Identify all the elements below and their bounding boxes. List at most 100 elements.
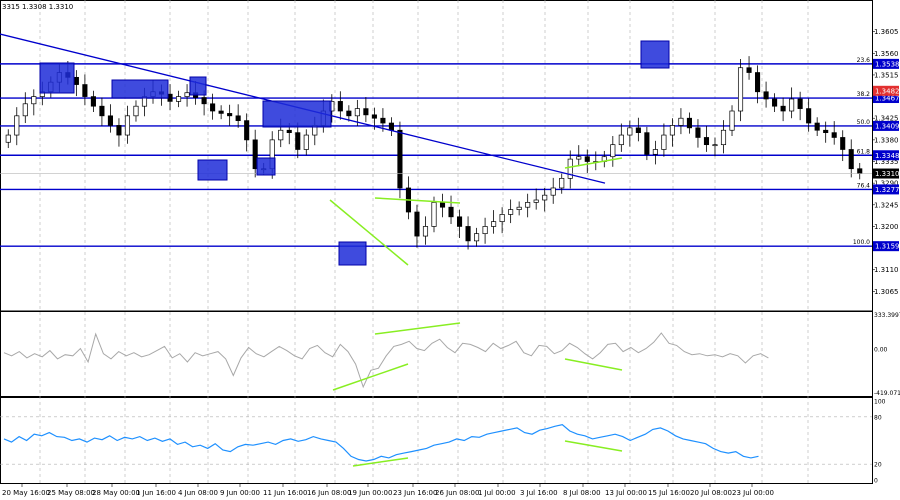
candle-body xyxy=(789,98,795,112)
candle-body xyxy=(533,199,539,203)
candle-body xyxy=(295,132,301,150)
candle-body xyxy=(482,226,488,235)
candle-body xyxy=(763,91,769,100)
candle-body xyxy=(116,125,122,136)
candle-body xyxy=(133,105,139,117)
candle-body xyxy=(669,125,675,136)
highlight-box xyxy=(256,157,276,176)
price-tick-label: 1.3380 xyxy=(874,136,899,144)
ohlc-readout: 3315 1.3308 1.3310 xyxy=(2,3,73,11)
cci-max-label: 333.3997 xyxy=(874,312,900,319)
candle-body xyxy=(227,113,233,117)
time-axis-label: 25 May 08:00 xyxy=(47,489,95,497)
fibonacci-level-label: 76.4 xyxy=(857,182,871,189)
candle-body xyxy=(610,144,616,158)
price-tick-label: 1.3110 xyxy=(874,266,899,274)
time-axis-label: 13 Jul 00:00 xyxy=(605,489,647,497)
chart-svg: 1.36051.35601.35151.34701.34251.33801.33… xyxy=(0,0,900,497)
candle-body xyxy=(363,108,369,116)
candle-body xyxy=(550,187,556,196)
fibonacci-price-tag-label: 1.3277 xyxy=(875,186,900,194)
time-axis-label: 19 Jun 00:00 xyxy=(348,489,392,497)
cci-min-label: -419.071 xyxy=(874,390,900,397)
candle-body xyxy=(797,98,803,109)
divergence-line-cci xyxy=(564,358,623,371)
candle-body xyxy=(516,206,522,210)
cci-zero-label: 0.00 xyxy=(874,347,888,354)
price-tick-label: 1.3515 xyxy=(874,71,899,79)
candle-body xyxy=(218,110,224,114)
time-axis-label: 1 Jul 00:00 xyxy=(478,489,516,497)
candle-body xyxy=(431,202,437,227)
candle-body xyxy=(627,127,633,136)
time-axis-label: 20 May 16:00 xyxy=(2,489,50,497)
candle-body xyxy=(618,134,624,146)
fibonacci-level-label: 38.2 xyxy=(857,91,871,98)
time-axis-label: 15 Jul 16:00 xyxy=(648,489,690,497)
price-tick-label: 1.3605 xyxy=(874,28,899,36)
candle-body xyxy=(737,67,744,112)
candle-body xyxy=(772,98,778,107)
divergence-line-price xyxy=(564,157,623,169)
candle-body xyxy=(303,134,309,150)
time-axis-label: 23 Jul 00:00 xyxy=(732,489,774,497)
candle-body xyxy=(244,120,250,141)
candle-body xyxy=(848,149,854,170)
candle-body xyxy=(235,115,241,121)
candle-body xyxy=(22,103,28,117)
candle-body xyxy=(542,194,548,201)
candle-body xyxy=(857,168,863,174)
candle-body xyxy=(729,110,735,131)
candle-body xyxy=(491,221,497,227)
candle-body xyxy=(474,233,480,242)
candle-body xyxy=(703,137,710,146)
candle-body xyxy=(5,134,11,143)
rsi-tick-label: 100 xyxy=(874,399,886,406)
candle-body xyxy=(346,110,352,117)
candle-body xyxy=(422,226,429,237)
price-marker-label: 1.3482 xyxy=(875,87,900,95)
time-axis-label: 1 Jun 16:00 xyxy=(136,489,176,497)
divergence-line-rsi xyxy=(352,457,409,467)
time-axis-label: 8 Jul 08:00 xyxy=(563,489,601,497)
candle-body xyxy=(107,115,113,126)
price-tick-label: 1.3200 xyxy=(874,223,899,231)
candle-body xyxy=(371,114,377,119)
fibonacci-price-tag-label: 1.3159 xyxy=(875,243,900,251)
candle-body xyxy=(755,72,761,93)
candle-body xyxy=(90,96,96,107)
time-axis-label: 3 Jul 16:00 xyxy=(520,489,558,497)
candle-body xyxy=(397,129,403,189)
highlight-box xyxy=(640,40,670,69)
divergence-line-cci xyxy=(332,363,409,391)
candle-body xyxy=(448,206,454,218)
rsi-tick-label: 20 xyxy=(874,462,882,469)
highlight-box xyxy=(111,79,169,99)
time-axis-label: 4 Jun 08:00 xyxy=(178,489,218,497)
time-axis-label: 11 Jun 16:00 xyxy=(263,489,307,497)
candle-body xyxy=(720,129,727,146)
candle-body xyxy=(652,149,658,155)
candle-body xyxy=(712,144,718,147)
candle-body xyxy=(576,156,582,160)
candle-body xyxy=(584,156,590,162)
candle-body xyxy=(678,117,684,126)
price-tick-label: 1.3245 xyxy=(874,201,899,209)
fibonacci-level-label: 61.8 xyxy=(857,148,871,155)
candle-body xyxy=(354,108,360,117)
candle-body xyxy=(814,122,820,131)
price-tick-label: 1.3065 xyxy=(874,288,899,296)
fibonacci-level-label: 100.0 xyxy=(853,239,870,246)
candle-body xyxy=(278,129,284,141)
candle-body xyxy=(184,92,190,97)
candle-body xyxy=(686,117,692,129)
divergence-line-rsi xyxy=(564,440,623,452)
candle-body xyxy=(499,214,505,222)
price-tick-label: 1.3560 xyxy=(874,50,899,58)
time-axis-label: 26 Jun 08:00 xyxy=(435,489,479,497)
candle-body xyxy=(124,115,131,136)
candle-body xyxy=(439,202,446,208)
trading-chart: 1.36051.35601.35151.34701.34251.33801.33… xyxy=(0,0,900,500)
highlight-box xyxy=(338,241,367,266)
candle-body xyxy=(380,117,386,124)
